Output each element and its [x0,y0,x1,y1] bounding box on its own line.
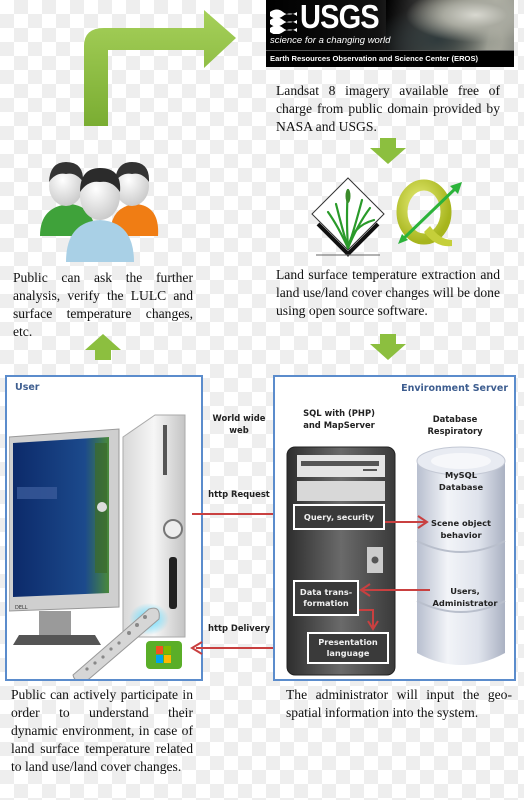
down-arrow-icon [370,334,406,360]
bent-arrow-icon [84,10,236,126]
www-label: World wide web [212,413,266,435]
landsat-text: Landsat 8 imagery available free of char… [276,83,500,134]
up-arrow-icon [85,334,121,360]
user-panel: User DELL [5,375,203,681]
eros-bar: Earth Resources Observation and Science … [266,50,514,67]
usgs-banner: USGS science for a changing world Earth … [266,0,514,67]
usgs-waves-logo-icon [270,9,297,34]
usgs-wordmark: USGS [300,0,380,35]
internal-flow-arrows [359,515,430,631]
grass-gis-logo-icon [311,177,385,257]
satellite-photo [386,0,514,50]
svg-text:DELL: DELL [15,605,28,611]
software-text: Land surface temperature extraction and … [276,267,500,318]
public-participate-text: Public can actively participate in order… [11,687,193,774]
http-request-label: http Request [208,489,270,499]
down-arrow-icon [370,138,406,164]
public-ask-text: Public can ask the further analysis, ver… [13,270,193,339]
admin-text: The administrator will input the geo-spa… [286,687,512,720]
eros-center-name: Earth Resources Observation and Science … [270,54,479,63]
usgs-tagline: science for a changing world [270,35,391,46]
user-panel-title: User [15,382,40,393]
qgis-logo-icon [396,179,462,247]
users-group-icon [40,162,159,262]
desktop-computer-icon: DELL [9,414,186,679]
windows-media-center-icon [146,641,182,669]
environment-server-panel: Environment Server SQL with (PHP) and Ma… [273,375,516,681]
